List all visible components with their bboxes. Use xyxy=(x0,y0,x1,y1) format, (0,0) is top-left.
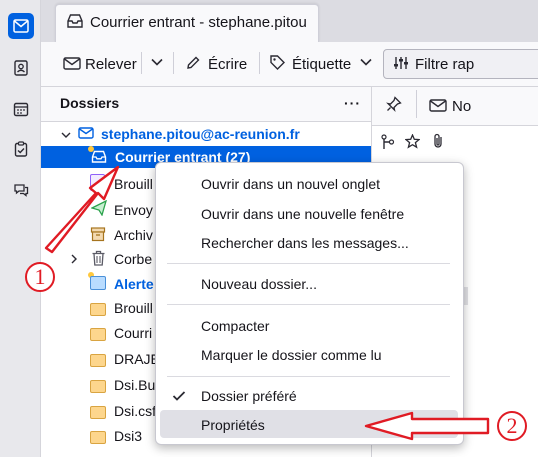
filter-sliders-icon xyxy=(393,56,409,73)
tag-icon xyxy=(269,54,286,74)
header-divider xyxy=(416,90,417,118)
annotation-number-2: 2 xyxy=(506,413,518,438)
column-label[interactable]: No xyxy=(452,98,471,115)
menu-separator xyxy=(167,263,450,264)
mail-icon xyxy=(429,98,447,116)
folder-label[interactable]: Brouill xyxy=(114,176,153,192)
chat-icon[interactable] xyxy=(8,177,34,203)
trash-icon xyxy=(91,250,106,269)
toolbar-divider xyxy=(173,52,174,74)
calendar-icon[interactable] xyxy=(8,96,34,122)
checkmark-icon xyxy=(172,389,186,405)
folder-pane-title: Dossiers xyxy=(60,95,120,111)
menu-item-mark-folder-read[interactable]: Marquer le dossier comme lu xyxy=(201,347,382,363)
menu-item-compact[interactable]: Compacter xyxy=(201,318,269,334)
star-icon[interactable] xyxy=(404,133,421,152)
folder-icon xyxy=(90,380,106,393)
folder-label[interactable]: Dsi.csf xyxy=(114,403,156,419)
chevron-down-icon[interactable] xyxy=(60,128,72,144)
annotation-number-1: 1 xyxy=(34,264,46,289)
mail-icon[interactable] xyxy=(8,13,34,39)
toolbar-divider xyxy=(141,52,142,74)
folder-label[interactable]: DRAJE xyxy=(114,351,160,367)
folder-icon xyxy=(90,303,106,316)
more-options-icon[interactable]: ··· xyxy=(344,95,361,111)
folder-label[interactable]: Alerte xyxy=(114,276,154,292)
folder-label[interactable]: Courri xyxy=(114,325,152,341)
folder-label[interactable]: Dsi3 xyxy=(114,428,142,444)
thread-icon[interactable] xyxy=(381,134,395,153)
inbox-folder-icon xyxy=(91,149,107,167)
drafts-icon xyxy=(90,174,105,191)
menu-separator xyxy=(167,304,450,305)
menu-item-new-folder[interactable]: Nouveau dossier... xyxy=(201,276,317,292)
inbox-tab-icon xyxy=(66,12,84,33)
attachment-icon[interactable] xyxy=(432,133,444,152)
tasks-icon[interactable] xyxy=(8,136,34,162)
folder-icon xyxy=(90,354,106,367)
pencil-icon xyxy=(185,55,201,74)
folder-icon xyxy=(90,276,106,290)
get-mail-icon xyxy=(63,55,81,74)
get-mail-button[interactable]: Relever xyxy=(85,56,137,73)
folder-icon xyxy=(90,431,106,444)
archive-icon xyxy=(90,226,106,245)
folder-label[interactable]: Brouill xyxy=(114,300,153,316)
pin-icon[interactable] xyxy=(386,96,402,115)
menu-item-open-new-window[interactable]: Ouvrir dans une nouvelle fenêtre xyxy=(201,206,404,222)
menu-item-open-new-tab[interactable]: Ouvrir dans un nouvel onglet xyxy=(201,176,380,192)
quick-filter-label: Filtre rap xyxy=(415,56,475,73)
account-mail-icon xyxy=(78,125,96,144)
chevron-down-icon[interactable] xyxy=(359,55,373,72)
write-button[interactable]: Écrire xyxy=(208,56,247,73)
sent-icon xyxy=(90,199,108,219)
menu-item-search-messages[interactable]: Rechercher dans les messages... xyxy=(201,235,409,251)
menu-separator xyxy=(167,376,450,377)
folder-label[interactable]: Archiv xyxy=(114,227,153,243)
toolbar-divider xyxy=(259,52,260,74)
folder-label[interactable]: Corbe xyxy=(114,251,152,267)
chevron-down-icon[interactable] xyxy=(150,55,164,72)
tab-title: Courrier entrant - stephane.pitou xyxy=(90,14,307,31)
folder-icon xyxy=(90,328,106,341)
folder-icon xyxy=(90,406,106,419)
chevron-right-icon[interactable] xyxy=(69,252,79,268)
tag-button[interactable]: Étiquette xyxy=(292,56,351,73)
folder-label[interactable]: Dsi.Bu xyxy=(114,377,155,393)
address-book-icon[interactable] xyxy=(8,55,34,81)
folder-label[interactable]: Envoy xyxy=(114,202,153,218)
menu-item-properties[interactable]: Propriétés xyxy=(201,417,265,433)
spaces-toolbar xyxy=(0,0,41,457)
account-name[interactable]: stephane.pitou@ac-reunion.fr xyxy=(101,126,300,142)
menu-item-favorite-folder[interactable]: Dossier préféré xyxy=(201,388,297,404)
